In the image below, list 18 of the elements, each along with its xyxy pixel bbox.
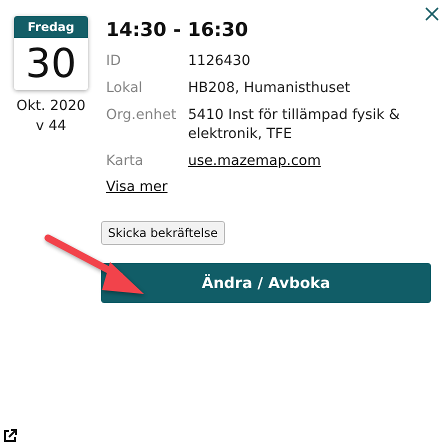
external-link-icon[interactable] <box>2 428 18 444</box>
time-title: 14:30 - 16:30 <box>106 18 250 43</box>
field-value: 5410 Inst för tillämpad fysik & elektronik, TFE <box>188 106 401 144</box>
close-icon[interactable] <box>424 6 440 22</box>
week-number: v 44 <box>36 118 66 134</box>
field-label: Lokal <box>106 79 144 98</box>
map-link[interactable]: use.mazemap.com <box>188 152 321 171</box>
show-more-link[interactable]: Visa mer <box>106 179 168 195</box>
field-label: ID <box>106 52 122 71</box>
field-label: Karta <box>106 152 144 171</box>
day-number: 30 <box>14 38 88 90</box>
month-year: Okt. 2020 <box>16 98 86 114</box>
send-confirmation-button[interactable]: Skicka bekräftelse <box>101 221 225 245</box>
field-value: 1126430 <box>188 52 252 71</box>
change-cancel-button[interactable]: Ändra / Avboka <box>101 263 431 303</box>
weekday-label: Fredag <box>14 16 88 38</box>
field-label: Org.enhet <box>106 106 178 125</box>
field-value: HB208, Humanisthuset <box>188 79 352 98</box>
